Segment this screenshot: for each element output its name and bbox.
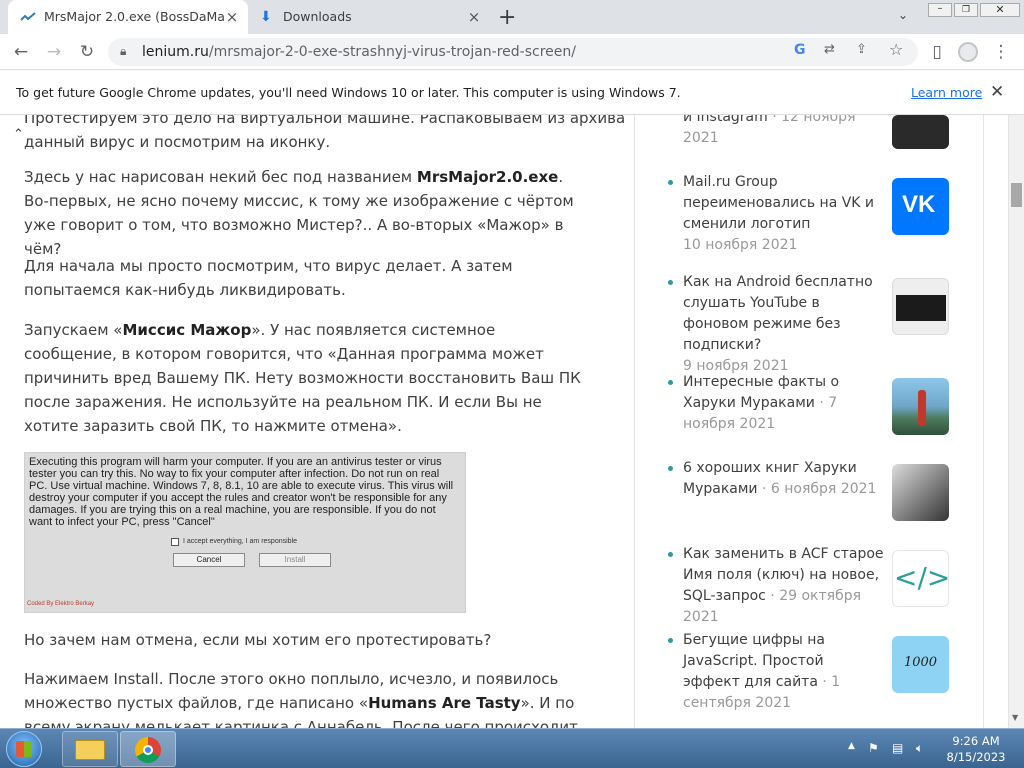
windows-taskbar: ▲ ⚑ ▤ 🔈︎ 9:26 AM 8/15/2023 — [0, 728, 1024, 768]
update-infobar: To get future Google Chrome updates, you… — [0, 71, 1024, 115]
tray-arrow-icon[interactable]: ▲ — [848, 741, 855, 751]
address-bar[interactable]: 🔒︎ lenium.ru/mrsmajor-2-0-exe-strashnyj-… — [108, 38, 918, 66]
tab-title: Downloads — [283, 9, 352, 24]
menu-dots-icon[interactable]: ⋮ — [989, 40, 1013, 64]
translate-icon[interactable]: ⇄ — [824, 42, 835, 57]
url-text: lenium.ru/mrsmajor-2-0-exe-strashnyj-vir… — [142, 44, 576, 60]
page-scrollbar[interactable]: ▼ — [1008, 115, 1024, 728]
tab-downloads[interactable]: ⬇ Downloads × — [248, 0, 490, 34]
bullet-icon — [668, 180, 673, 185]
article-paragraph: Нажимаем Install. После этого окно поплы… — [24, 670, 578, 728]
article-paragraph: Но зачем нам отмена, если мы хотим его п… — [24, 631, 492, 649]
network-icon[interactable]: ▤ — [892, 741, 903, 755]
dialog-warning-text: Executing this program will harm your co… — [29, 456, 454, 528]
close-icon[interactable]: ✕ — [990, 82, 1004, 102]
infobar-message: To get future Google Chrome updates, you… — [16, 85, 681, 100]
tab-title: MrsMajor 2.0.exe (BossDaMajor) — [44, 9, 224, 24]
thumbnail-instagram[interactable] — [892, 115, 949, 149]
dialog-install-button: Install — [259, 553, 331, 567]
bullet-icon — [668, 380, 673, 385]
google-icon[interactable]: G — [794, 42, 806, 58]
dialog-credit: Coded By Elektro Berkay — [27, 601, 95, 607]
profile-avatar[interactable] — [958, 42, 978, 62]
page-content: Протестируем это дело на виртуальной маш… — [0, 115, 1008, 728]
bullet-icon — [668, 638, 673, 643]
dialog-checkbox-label: I accept everything, I am responsible — [183, 538, 298, 545]
tab-search-icon[interactable]: ⌄ — [898, 8, 908, 22]
bullet-icon — [668, 280, 673, 285]
reload-icon[interactable]: ↻ — [75, 40, 99, 64]
folder-icon — [75, 740, 105, 760]
scroll-down-arrow-icon[interactable]: ▼ — [1012, 713, 1018, 722]
close-tab-icon[interactable]: × — [224, 9, 240, 25]
books-thumbnail[interactable] — [892, 464, 949, 521]
learn-more-link[interactable]: Learn more — [911, 85, 982, 100]
article-paragraph: Для начала мы просто посмотрим, что виру… — [24, 257, 513, 299]
vk-logo-icon[interactable]: VK — [892, 178, 949, 235]
virus-dialog-image: Executing this program will harm your co… — [24, 452, 466, 613]
download-icon: ⬇ — [260, 9, 272, 25]
chevron-up-icon[interactable]: ⌃ — [13, 127, 24, 142]
bullet-icon — [668, 552, 673, 557]
tab-strip: MrsMajor 2.0.exe (BossDaMajor) × ⬇ Downl… — [0, 0, 1024, 34]
new-tab-button[interactable]: + — [498, 5, 516, 30]
close-tab-icon[interactable]: × — [466, 9, 482, 25]
sidebar-border — [983, 115, 984, 728]
code-icon[interactable]: </> — [892, 550, 949, 607]
forward-arrow-icon[interactable]: → — [42, 40, 66, 64]
dialog-cancel-button: Cancel — [173, 553, 245, 567]
side-panel-icon[interactable]: ▯ — [925, 40, 949, 64]
taskbar-clock[interactable]: 9:26 AM 8/15/2023 — [936, 733, 1016, 765]
youtube-thumbnail[interactable] — [892, 278, 949, 335]
minimize-button[interactable]: – — [928, 3, 952, 17]
back-arrow-icon[interactable]: ← — [9, 40, 33, 64]
tab-mrsmajor[interactable]: MrsMajor 2.0.exe (BossDaMajor) × — [8, 0, 248, 34]
lenium-favicon-icon — [20, 11, 36, 23]
action-center-icon[interactable]: ⚑ — [868, 741, 879, 755]
maximize-button[interactable]: ❐ — [954, 3, 978, 17]
close-window-button[interactable]: ✕ — [980, 3, 1020, 17]
article-paragraph: Протестируем это дело на виртуальной маш… — [24, 115, 626, 151]
volume-icon[interactable]: 🔈︎ — [916, 741, 923, 756]
counter-thumbnail[interactable]: 1000 — [892, 636, 949, 693]
share-icon[interactable]: ⇪ — [856, 42, 867, 57]
article-paragraph: Запускаем «Миссис Мажор». У нас появляет… — [24, 321, 581, 435]
chrome-taskbar-button[interactable] — [120, 731, 176, 767]
toolbar: ← → ↻ 🔒︎ lenium.ru/mrsmajor-2-0-exe-stra… — [0, 34, 1024, 70]
lock-icon: 🔒︎ — [120, 44, 127, 58]
bookmark-star-icon[interactable]: ☆ — [889, 40, 903, 59]
murakami-photo-thumbnail[interactable] — [892, 378, 949, 435]
checkbox-icon — [171, 538, 179, 546]
column-divider — [634, 115, 635, 728]
bullet-icon — [668, 466, 673, 471]
scrollbar-thumb[interactable] — [1011, 183, 1022, 207]
windows-logo-icon — [16, 741, 32, 757]
explorer-taskbar-button[interactable] — [62, 731, 118, 767]
article-paragraph: Здесь у нас нарисован некий бес под назв… — [24, 168, 574, 258]
